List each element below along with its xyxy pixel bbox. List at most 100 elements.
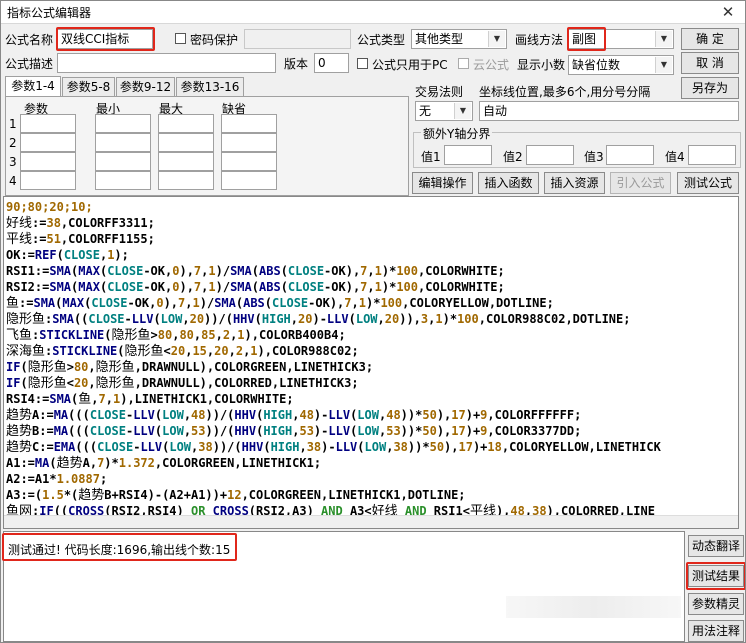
code-line: IF(隐形鱼>80,隐形鱼,DRAWNULL),COLORGREEN,LINET…	[6, 359, 661, 375]
insert-function-button[interactable]: 插入函数	[478, 172, 539, 194]
code-token: ))/(	[205, 408, 235, 422]
code-token: EMA	[53, 440, 76, 454]
ok-button[interactable]: 确 定	[681, 28, 739, 50]
code-token: )/	[215, 264, 231, 278]
trade-rule-select[interactable]: 无 ▼	[415, 101, 473, 121]
code-token: (	[56, 248, 64, 262]
horizontal-scrollbar[interactable]	[4, 515, 738, 528]
code-token: 53	[386, 424, 401, 438]
param-4-min[interactable]	[95, 171, 151, 190]
param-3-min[interactable]	[95, 152, 151, 171]
code-token: 90;80;20;10;	[6, 200, 93, 214]
code-token: ,COLORFFFFFF;	[487, 408, 582, 422]
code-token: )-	[312, 312, 327, 326]
dynamic-translate-button[interactable]: 动态翻译	[688, 535, 744, 557]
code-token: ,COLORGREEN,LINETHICK1,DOTLINE;	[241, 488, 466, 502]
tab-params-1-4[interactable]: 参数1-4	[5, 76, 61, 97]
code-token: :=	[32, 232, 47, 246]
code-editor[interactable]: 90;80;20;10; 好线:=38,COLORFF3311; 平线:=51,CO…	[3, 196, 739, 529]
code-token: LOW	[169, 440, 192, 454]
param-2-max[interactable]	[158, 133, 214, 152]
tab-params-13-16[interactable]: 参数13-16	[176, 77, 244, 97]
code-token: ,COLORWHITE;	[418, 264, 505, 278]
code-token: LLV	[335, 440, 358, 454]
code-token: ,	[290, 312, 299, 326]
save-as-button[interactable]: 另存为	[681, 77, 739, 99]
window-title: 指标公式编辑器	[7, 6, 92, 20]
code-token: (	[357, 440, 365, 454]
param-3-name[interactable]	[20, 152, 76, 171]
param-row-index: 1	[9, 117, 17, 131]
code-token: (	[20, 376, 28, 390]
code-token: B+RSI4)-(A2+A1))+	[104, 488, 228, 502]
value-4-input[interactable]	[688, 145, 736, 165]
code-token: 100	[380, 296, 403, 310]
type-select[interactable]: 其他类型 ▼	[411, 29, 507, 49]
edit-ops-button[interactable]: 编辑操作	[412, 172, 473, 194]
param-3-max[interactable]	[158, 152, 214, 171]
code-token: RSI1:=	[6, 264, 50, 278]
highlight-name	[56, 27, 155, 51]
param-wizard-button[interactable]: 参数精灵	[688, 593, 744, 615]
code-token: -OK),	[308, 296, 345, 310]
decimals-select[interactable]: 缺省位数 ▼	[568, 55, 674, 75]
param-1-name[interactable]	[20, 114, 76, 133]
code-token: ;	[99, 472, 108, 486]
code-token: 1	[208, 264, 216, 278]
version-label: 版本	[284, 57, 309, 71]
code-token: )+	[465, 408, 481, 422]
value-3-input[interactable]	[606, 145, 654, 165]
value-2-input[interactable]	[526, 145, 574, 165]
code-token: 20	[384, 312, 400, 326]
code-token: ,	[183, 424, 192, 438]
password-checkbox[interactable]	[175, 33, 186, 44]
close-icon[interactable]: ✕	[715, 1, 741, 23]
code-token: *(	[63, 488, 79, 502]
code-token: LOW	[364, 440, 387, 454]
code-token: 1.372	[118, 456, 155, 470]
param-2-name[interactable]	[20, 133, 76, 152]
insert-resource-button[interactable]: 插入资源	[544, 172, 605, 194]
code-line: 深海鱼:STICKLINE(隐形鱼<20,15,20,2,1),COLOR988…	[6, 343, 661, 359]
version-input[interactable]: 0	[314, 53, 349, 73]
usage-notes-button[interactable]: 用法注释	[688, 620, 744, 642]
param-1-min[interactable]	[95, 114, 151, 133]
tab-params-9-12[interactable]: 参数9-12	[116, 77, 175, 97]
param-4-name[interactable]	[20, 171, 76, 190]
highlight-draw-method	[567, 27, 606, 51]
param-4-max[interactable]	[158, 171, 214, 190]
code-token: ))*	[400, 424, 423, 438]
tab-params-5-8[interactable]: 参数5-8	[62, 77, 115, 97]
param-4-default[interactable]	[221, 171, 277, 190]
code-token: (	[348, 312, 356, 326]
param-3-default[interactable]	[221, 152, 277, 171]
param-2-default[interactable]	[221, 133, 277, 152]
code-line: OK:=REF(CLOSE,1);	[6, 247, 661, 263]
code-token: ),	[436, 424, 452, 438]
code-token: ABS	[243, 296, 265, 310]
type-value: 其他类型	[415, 32, 464, 46]
code-token: (	[251, 264, 259, 278]
axis-position-input[interactable]: 自动	[479, 101, 739, 121]
code-token: ,	[88, 360, 96, 374]
param-1-max[interactable]	[158, 114, 214, 133]
test-formula-button[interactable]: 测试公式	[677, 172, 739, 194]
code-token: LOW	[357, 424, 379, 438]
cancel-button[interactable]: 取 消	[681, 52, 739, 74]
code-token: A1*	[34, 472, 57, 486]
code-token: 1	[237, 328, 245, 342]
code-token: HIGH	[263, 424, 293, 438]
value-1-input[interactable]	[444, 145, 492, 165]
desc-input[interactable]	[57, 53, 276, 73]
chevron-down-icon: ▼	[488, 31, 505, 47]
param-2-min[interactable]	[95, 133, 151, 152]
code-line: 90;80;20;10;	[6, 199, 661, 215]
param-1-default[interactable]	[221, 114, 277, 133]
pc-only-checkbox[interactable]	[357, 58, 368, 69]
code-line: A3:=(1.5*(趋势B+RSI4)-(A2+A1))+12,COLORGRE…	[6, 487, 661, 503]
code-token: CLOSE	[287, 280, 325, 294]
code-token: MAX	[78, 280, 100, 294]
code-token: SMA	[214, 296, 236, 310]
code-token: CLOSE	[272, 296, 309, 310]
password-label: 密码保护	[190, 33, 239, 47]
